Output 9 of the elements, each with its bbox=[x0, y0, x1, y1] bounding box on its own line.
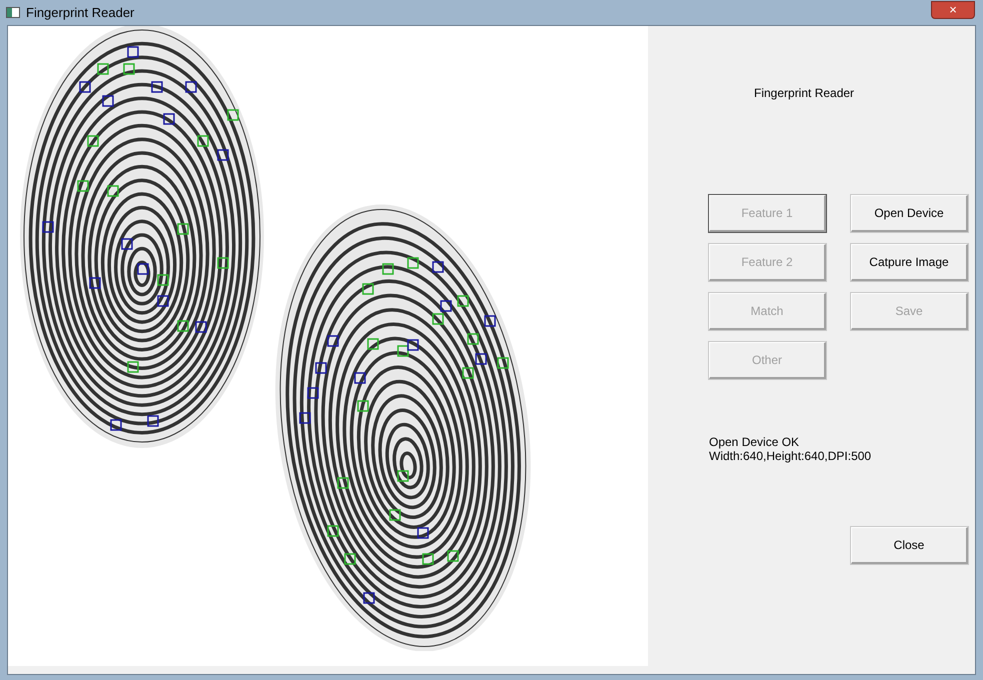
close-button[interactable]: × bbox=[931, 0, 975, 18]
app-icon bbox=[6, 7, 20, 18]
action-button[interactable]: Catpure Image bbox=[851, 244, 968, 281]
panel-title: Fingerprint Reader bbox=[754, 85, 854, 102]
action-button[interactable]: Open Device bbox=[851, 195, 968, 232]
action-button[interactable]: Close bbox=[851, 527, 968, 564]
window-title: Fingerprint Reader bbox=[26, 4, 134, 22]
status-text: Open Device OK bbox=[709, 435, 800, 449]
status-text: Width:640,Height:640,DPI:500 bbox=[709, 449, 872, 463]
